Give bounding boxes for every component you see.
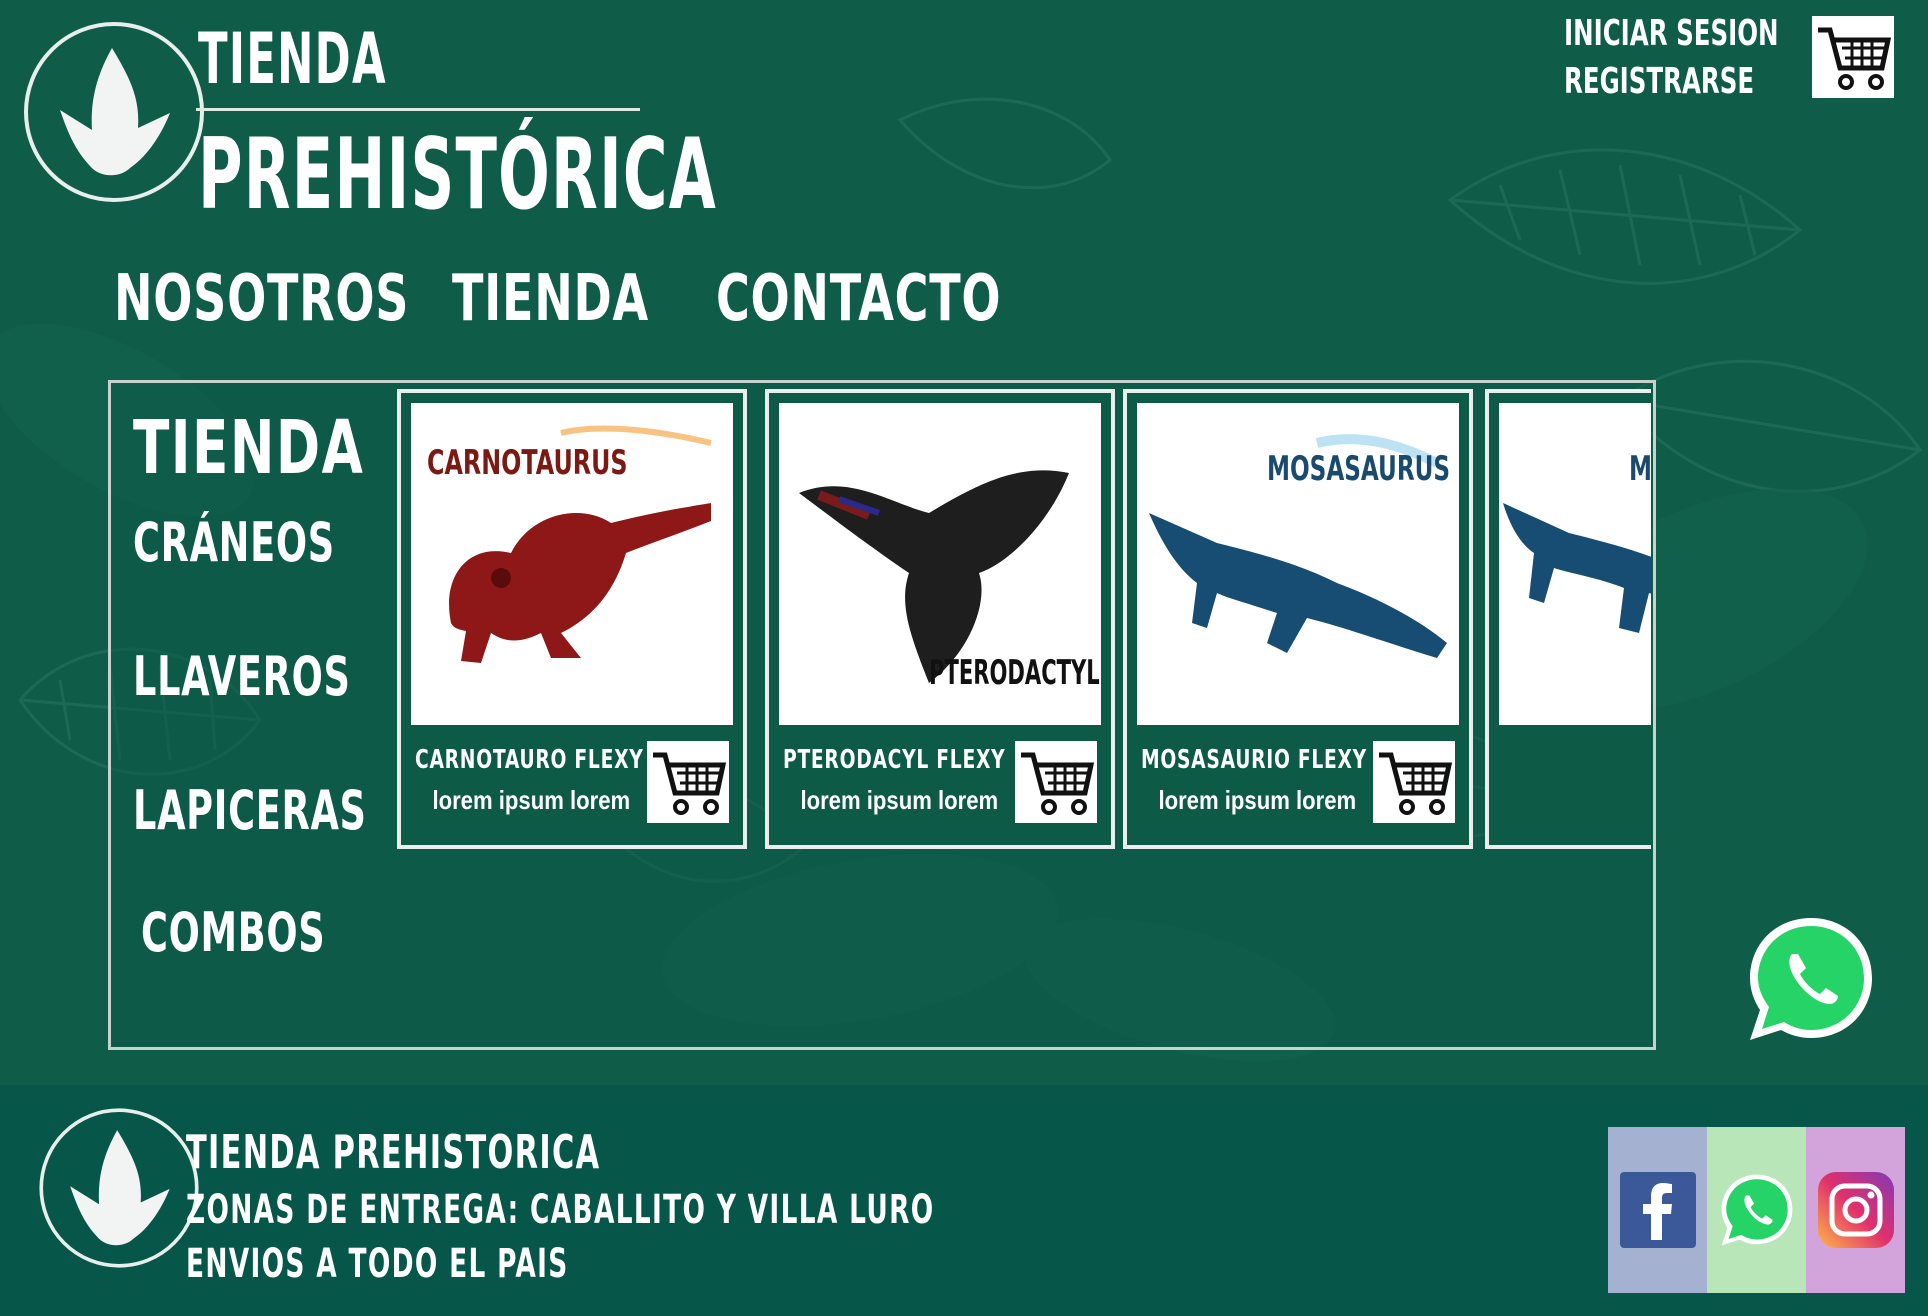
product-name: PTERODACYL FLEXY (783, 745, 1006, 775)
nav-contacto[interactable]: CONTACTO (716, 262, 1001, 336)
product-image-label: CARNOTAURUS (427, 443, 628, 483)
cart-icon (653, 752, 727, 815)
cart-icon (1818, 27, 1892, 90)
whatsapp-link[interactable] (1707, 1127, 1806, 1293)
shop-panel: TIENDA CRÁNEOS LLAVEROS LAPICERAS COMBOS… (108, 380, 1656, 1050)
product-image-label: PTERODACTYL (929, 653, 1100, 693)
product-card[interactable]: MOSASAURUS MOSASAURIO FLEXY lorem ipsum … (1123, 389, 1473, 849)
footer-shipping: ENVIOS A TODO EL PAIS (186, 1241, 569, 1287)
product-name: MOSASAURIO FLEXY (1141, 745, 1367, 775)
product-image-label: MO (1629, 449, 1651, 489)
product-card[interactable]: MO (1485, 389, 1651, 849)
footer-logo[interactable] (34, 1103, 204, 1273)
dino-footprint-icon (39, 1108, 199, 1268)
auth-links: INICIAR SESION REGISTRARSE (1564, 10, 1778, 106)
footer: TIENDA PREHISTORICA ZONAS DE ENTREGA: CA… (0, 1085, 1928, 1316)
footer-store-name: TIENDA PREHISTORICA (186, 1125, 601, 1179)
instagram-link[interactable] (1806, 1127, 1905, 1293)
add-to-cart-button[interactable] (1015, 741, 1097, 823)
brand-divider (196, 108, 640, 111)
header-cart-button[interactable] (1812, 16, 1894, 98)
product-desc: lorem ipsum lorem (432, 785, 631, 815)
product-card[interactable]: CARNOTAURUS CARNOTAURO FLEXY lorem ipsum… (397, 389, 747, 849)
facebook-link[interactable] (1608, 1127, 1707, 1293)
add-to-cart-button[interactable] (647, 741, 729, 823)
dino-footprint-icon (24, 22, 204, 202)
facebook-icon (1619, 1172, 1696, 1248)
whatsapp-icon (1721, 1174, 1792, 1246)
add-to-cart-button[interactable] (1373, 741, 1455, 823)
product-desc: lorem ipsum lorem (800, 785, 999, 815)
shop-title: TIENDA (133, 405, 365, 491)
nav-tienda[interactable]: TIENDA (452, 262, 649, 336)
category-llaveros[interactable]: LLAVEROS (133, 645, 351, 708)
product-image-label: MOSASAURUS (1267, 449, 1451, 489)
category-craneos[interactable]: CRÁNEOS (133, 511, 335, 574)
product-image: CARNOTAURUS (411, 403, 733, 725)
product-name: CARNOTAURO FLEXY (415, 745, 644, 775)
product-image: MOSASAURUS (1137, 403, 1459, 725)
register-link[interactable]: REGISTRARSE (1564, 58, 1778, 106)
cart-icon (1379, 752, 1453, 815)
social-links (1608, 1127, 1906, 1293)
whatsapp-icon (1750, 918, 1872, 1040)
whatsapp-float-button[interactable] (1742, 910, 1880, 1048)
product-card[interactable]: PTERODACTYL PTERODACYL FLEXY lorem ipsum… (765, 389, 1115, 849)
footer-delivery-zones: ZONAS DE ENTREGA: CABALLITO Y VILLA LURO (186, 1187, 935, 1233)
brand-line-2: PREHISTÓRICA (198, 118, 718, 232)
nav-nosotros[interactable]: NOSOTROS (114, 262, 409, 336)
cart-icon (1021, 752, 1095, 815)
product-image: MO (1499, 403, 1651, 725)
category-lapiceras[interactable]: LAPICERAS (133, 779, 367, 842)
logo[interactable] (20, 18, 208, 206)
brand-line-1: TIENDA (198, 18, 387, 100)
instagram-icon (1817, 1172, 1894, 1248)
login-link[interactable]: INICIAR SESION (1564, 10, 1778, 58)
product-carousel[interactable]: CARNOTAURUS CARNOTAURO FLEXY lorem ipsum… (391, 389, 1651, 859)
product-image: PTERODACTYL (779, 403, 1101, 725)
product-desc: lorem ipsum lorem (1158, 785, 1357, 815)
category-combos[interactable]: COMBOS (141, 901, 325, 964)
